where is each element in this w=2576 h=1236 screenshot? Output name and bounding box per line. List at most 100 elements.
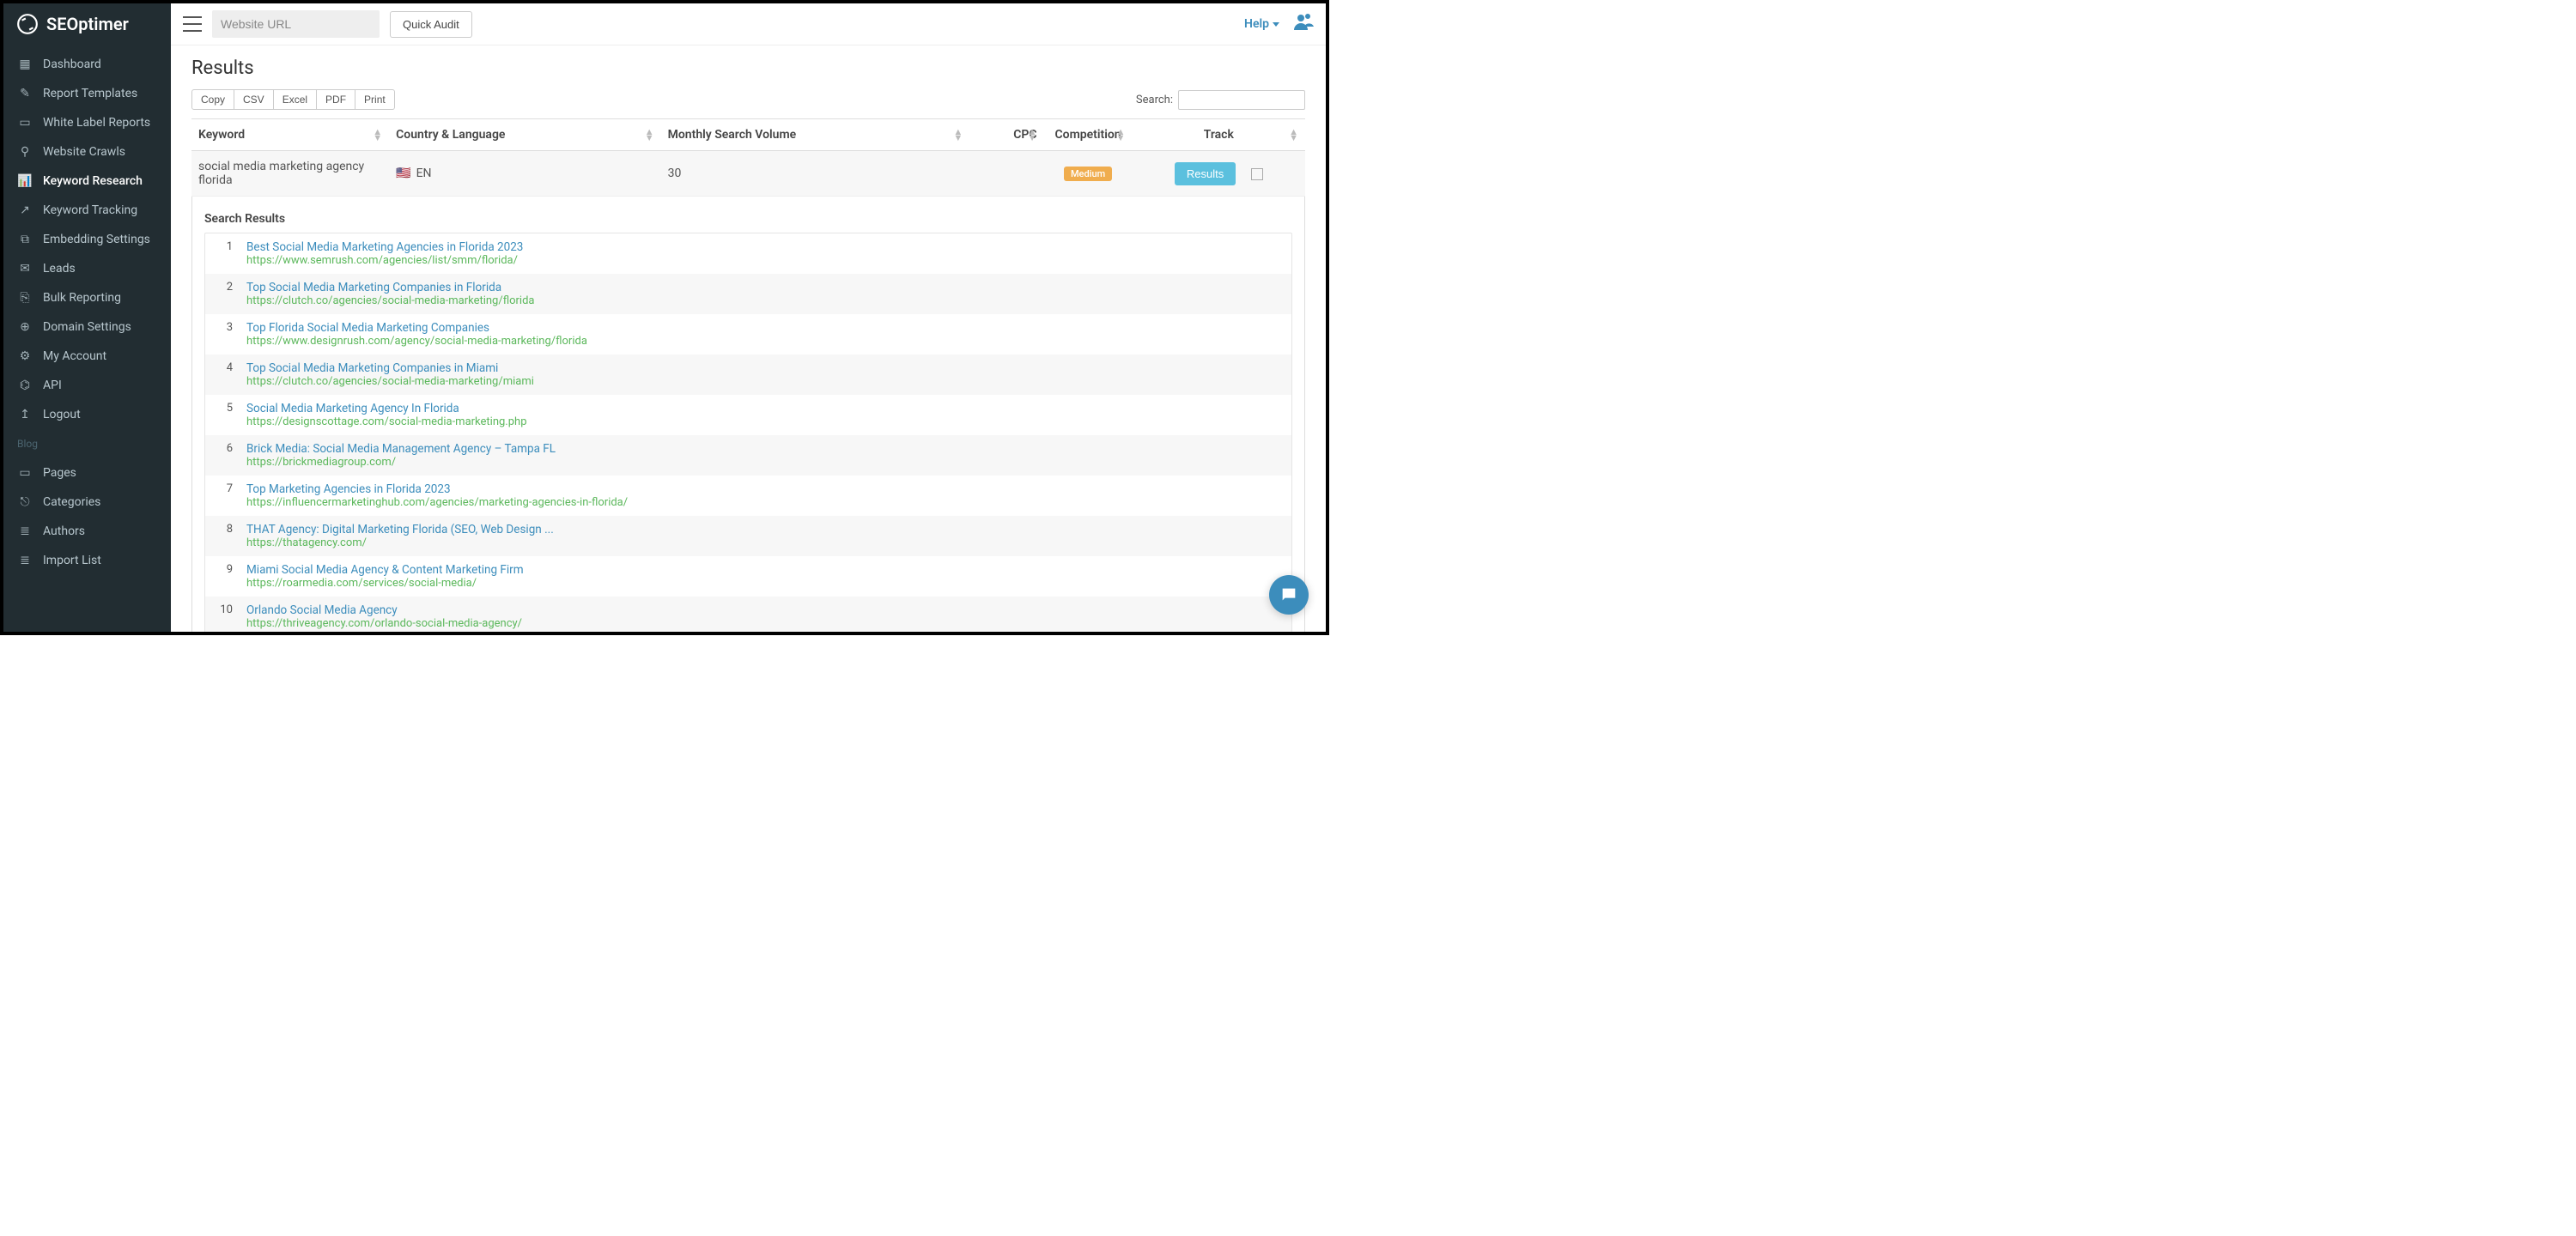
sidebar-item-label: Keyword Tracking [43,203,137,217]
sidebar-item-keyword-research[interactable]: 📊Keyword Research [3,167,171,196]
result-title-link[interactable]: Top Social Media Marketing Companies in … [246,361,1281,375]
website-url-input[interactable] [212,10,380,38]
search-label: Search: [1136,94,1173,106]
sidebar-icon: ≣ [17,554,33,567]
user-icon[interactable] [1293,11,1314,37]
sidebar-item-domain-settings[interactable]: ⊕Domain Settings [3,312,171,342]
sidebar-icon: ⚙ [17,349,33,363]
result-number: 7 [216,482,233,509]
search-results-heading: Search Results [204,205,1292,233]
result-url[interactable]: https://clutch.co/agencies/social-media-… [246,375,1281,388]
search-result-row: 2 Top Social Media Marketing Companies i… [205,274,1291,314]
sidebar-item-label: Bulk Reporting [43,291,121,305]
sidebar-icon: ↗ [17,203,33,217]
sidebar-icon: ⎘ [17,291,33,305]
result-title-link[interactable]: Top Florida Social Media Marketing Compa… [246,321,1281,335]
result-url[interactable]: https://www.semrush.com/agencies/list/sm… [246,254,1281,267]
result-url[interactable]: https://brickmediagroup.com/ [246,456,1281,469]
column-header-monthly-search-volume[interactable]: Monthly Search Volume▲▼ [661,119,970,151]
cell-country-lang: 🇺🇸EN [389,151,660,197]
brand-logo[interactable]: SEOptimer [3,3,171,45]
sidebar-item-import-list[interactable]: ≣ Import List [3,546,171,575]
results-button[interactable]: Results [1175,162,1236,185]
sidebar-item-label: Import List [43,554,101,567]
result-title-link[interactable]: Best Social Media Marketing Agencies in … [246,240,1281,254]
sidebar-item-api[interactable]: ⌬API [3,371,171,400]
excel-button[interactable]: Excel [274,89,317,110]
sidebar-item-embedding-settings[interactable]: ⧉Embedding Settings [3,225,171,254]
menu-toggle-icon[interactable] [183,16,202,32]
page-title: Results [191,58,1305,79]
export-button-group: CopyCSVExcelPDFPrint [191,89,395,110]
sidebar-item-categories[interactable]: ⎋Categories [3,488,171,517]
result-title-link[interactable]: Miami Social Media Agency & Content Mark… [246,563,1281,577]
sidebar-item-keyword-tracking[interactable]: ↗ Keyword Tracking [3,196,171,225]
competition-badge: Medium [1064,167,1112,181]
search-result-row: 6 Brick Media: Social Media Management A… [205,435,1291,476]
topbar: Quick Audit Help [171,3,1326,45]
cell-volume: 30 [661,151,970,197]
result-title-link[interactable]: Top Marketing Agencies in Florida 2023 [246,482,1281,496]
sidebar: SEOptimer ▦Dashboard✎Report Templates▭Wh… [3,3,171,632]
print-button[interactable]: Print [355,89,395,110]
sidebar-item-website-crawls[interactable]: ⚲Website Crawls [3,137,171,167]
sort-icon: ▲▼ [645,129,654,141]
sort-icon: ▲▼ [1028,129,1037,141]
result-title-link[interactable]: Orlando Social Media Agency [246,603,1281,617]
sidebar-item-report-templates[interactable]: ✎Report Templates [3,79,171,108]
sidebar-item-my-account[interactable]: ⚙ My Account [3,342,171,371]
search-result-row: 8 THAT Agency: Digital Marketing Florida… [205,516,1291,556]
copy-button[interactable]: Copy [191,89,234,110]
column-header-cpc[interactable]: CPC▲▼ [969,119,1043,151]
sidebar-item-authors[interactable]: ≣Authors [3,517,171,546]
result-url[interactable]: https://thatagency.com/ [246,536,1281,549]
sidebar-icon: ⧉ [17,233,33,246]
search-input[interactable] [1178,90,1305,110]
result-url[interactable]: https://clutch.co/agencies/social-media-… [246,294,1281,307]
column-header-competition[interactable]: Competition▲▼ [1044,119,1133,151]
sidebar-icon: ⎋ [17,495,33,509]
sidebar-item-label: Leads [43,262,76,276]
help-link[interactable]: Help [1244,17,1279,31]
search-result-row: 9 Miami Social Media Agency & Content Ma… [205,556,1291,597]
sidebar-icon: ✉ [17,262,33,276]
result-url[interactable]: https://www.designrush.com/agency/social… [246,335,1281,348]
sidebar-item-label: My Account [43,349,106,363]
sidebar-icon: ≣ [17,524,33,538]
column-header-keyword[interactable]: Keyword▲▼ [191,119,389,151]
sidebar-item-label: Report Templates [43,87,137,100]
sidebar-item-bulk-reporting[interactable]: ⎘ Bulk Reporting [3,283,171,312]
result-title-link[interactable]: Brick Media: Social Media Management Age… [246,442,1281,456]
cell-competition: Medium [1044,151,1133,197]
result-url[interactable]: https://roarmedia.com/services/social-me… [246,577,1281,590]
result-title-link[interactable]: Top Social Media Marketing Companies in … [246,281,1281,294]
result-number: 3 [216,321,233,348]
chat-bubble-icon[interactable] [1269,575,1309,615]
column-header-country-language[interactable]: Country & Language▲▼ [389,119,660,151]
result-title-link[interactable]: Social Media Marketing Agency In Florida [246,402,1281,415]
result-url[interactable]: https://designscottage.com/social-media-… [246,415,1281,428]
quick-audit-button[interactable]: Quick Audit [390,11,472,38]
result-url[interactable]: https://influencermarketinghub.com/agenc… [246,496,1281,509]
column-header-track[interactable]: Track▲▼ [1133,119,1305,151]
flag-icon: 🇺🇸 [396,167,410,180]
result-title-link[interactable]: THAT Agency: Digital Marketing Florida (… [246,523,1281,536]
sidebar-item-label: Logout [43,408,81,421]
sidebar-item-logout[interactable]: ↥Logout [3,400,171,429]
sidebar-item-dashboard[interactable]: ▦Dashboard [3,50,171,79]
search-result-row: 5 Social Media Marketing Agency In Flori… [205,395,1291,435]
result-url[interactable]: https://thriveagency.com/orlando-social-… [246,617,1281,630]
track-checkbox[interactable] [1251,168,1263,180]
csv-button[interactable]: CSV [234,89,274,110]
pdf-button[interactable]: PDF [317,89,355,110]
search-result-row: 3 Top Florida Social Media Marketing Com… [205,314,1291,354]
sidebar-item-pages[interactable]: ▭Pages [3,458,171,488]
cell-cpc [969,151,1043,197]
sidebar-icon: ⊕ [17,320,33,334]
sidebar-item-white-label-reports[interactable]: ▭White Label Reports [3,108,171,137]
sidebar-item-leads[interactable]: ✉ Leads [3,254,171,283]
result-number: 6 [216,442,233,469]
search-result-row: 10 Orlando Social Media Agency https://t… [205,597,1291,632]
sidebar-icon: ▦ [17,58,33,71]
sort-icon: ▲▼ [373,129,382,141]
